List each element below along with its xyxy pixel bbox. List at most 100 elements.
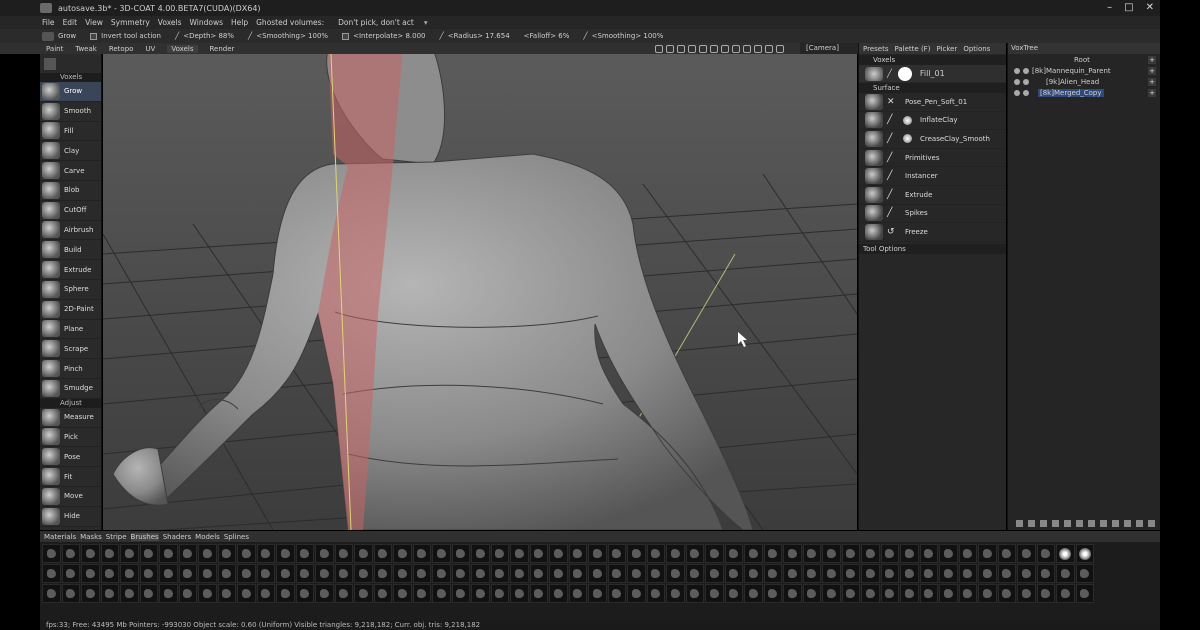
tab-voxels[interactable]: Voxels bbox=[167, 44, 198, 53]
layer-tool-icon[interactable] bbox=[1064, 520, 1071, 527]
brush-alpha-cell[interactable] bbox=[276, 564, 295, 583]
brush-alpha-cell[interactable] bbox=[822, 584, 841, 603]
pan-icon[interactable] bbox=[677, 44, 685, 53]
brush-alpha-cell[interactable] bbox=[861, 564, 880, 583]
brush-alpha-cell[interactable] bbox=[724, 564, 743, 583]
brush-alpha-cell[interactable] bbox=[880, 564, 899, 583]
tool-pick[interactable]: Pick bbox=[40, 428, 101, 448]
tab-palette[interactable]: Palette (F) bbox=[894, 45, 930, 53]
shading-icon[interactable] bbox=[666, 44, 674, 53]
brush-alpha-cell[interactable] bbox=[334, 584, 353, 603]
brush-alpha-cell[interactable] bbox=[900, 544, 919, 563]
brush-alpha-cell[interactable] bbox=[568, 544, 587, 563]
play-icon[interactable] bbox=[721, 44, 729, 53]
brush-alpha-cell[interactable] bbox=[178, 584, 197, 603]
brush-pose-pen-soft[interactable]: ✕ Pose_Pen_Soft_01 bbox=[859, 93, 1006, 112]
brush-alpha-cell[interactable] bbox=[412, 544, 431, 563]
brush-alpha-cell[interactable] bbox=[841, 564, 860, 583]
layer-tool-icon[interactable] bbox=[1088, 520, 1095, 527]
tool-hide[interactable]: Hide bbox=[40, 507, 101, 527]
brush-alpha-cell[interactable] bbox=[295, 584, 314, 603]
brush-alpha-cell[interactable] bbox=[42, 564, 61, 583]
visibility-icon[interactable] bbox=[1014, 67, 1020, 74]
text-tool-icon[interactable] bbox=[44, 57, 56, 70]
brush-alpha-cell[interactable] bbox=[120, 584, 139, 603]
smoothing2-slider[interactable]: ╱ <Smoothing> 100% bbox=[583, 32, 663, 40]
brush-alpha-cell[interactable] bbox=[783, 584, 802, 603]
tab-paint[interactable]: Paint bbox=[46, 45, 63, 53]
brush-alpha-cell[interactable] bbox=[471, 544, 490, 563]
brush-alpha-cell[interactable] bbox=[627, 544, 646, 563]
voxels-brushes-header[interactable]: Voxels bbox=[859, 55, 1006, 65]
brush-alpha-cell[interactable] bbox=[490, 544, 509, 563]
brush-alpha-cell[interactable] bbox=[978, 564, 997, 583]
tab-uv[interactable]: UV bbox=[145, 45, 155, 53]
brush-instancer[interactable]: ╱ Instancer bbox=[859, 167, 1006, 186]
tool-build[interactable]: Build bbox=[40, 240, 101, 261]
menu-edit[interactable]: Edit bbox=[63, 18, 78, 27]
brush-alpha-cell[interactable] bbox=[997, 564, 1016, 583]
voxels-section-header[interactable]: Voxels bbox=[40, 73, 101, 82]
brush-alpha-cell[interactable] bbox=[588, 564, 607, 583]
tool-options-header[interactable]: Tool Options bbox=[859, 243, 1006, 254]
brush-alpha-cell[interactable] bbox=[939, 544, 958, 563]
brush-alpha-cell[interactable] bbox=[61, 544, 80, 563]
chevron-down-icon[interactable]: ▾ bbox=[424, 18, 428, 27]
brush-alpha-cell[interactable] bbox=[412, 584, 431, 603]
brush-alpha-cell[interactable] bbox=[763, 584, 782, 603]
tab-shaders[interactable]: Shaders bbox=[163, 533, 191, 541]
tab-options[interactable]: Options bbox=[963, 45, 990, 53]
brush-alpha-cell[interactable] bbox=[549, 564, 568, 583]
brush-alpha-cell[interactable] bbox=[1075, 544, 1094, 563]
radius-slider[interactable]: ╱ <Radius> 17.654 bbox=[440, 32, 510, 40]
brush-alpha-cell[interactable] bbox=[159, 584, 178, 603]
brush-alpha-cell[interactable] bbox=[666, 584, 685, 603]
brush-alpha-cell[interactable] bbox=[880, 584, 899, 603]
brush-alpha-cell[interactable] bbox=[120, 564, 139, 583]
brush-alpha-cell[interactable] bbox=[568, 584, 587, 603]
tool-pinch[interactable]: Pinch bbox=[40, 359, 101, 379]
grid-icon[interactable] bbox=[743, 44, 751, 53]
brush-alpha-cell[interactable] bbox=[451, 544, 470, 563]
brush-alpha-cell[interactable] bbox=[958, 584, 977, 603]
brush-alpha-cell[interactable] bbox=[607, 544, 626, 563]
maximize-icon[interactable]: □ bbox=[1124, 2, 1133, 13]
brush-alpha-cell[interactable] bbox=[705, 544, 724, 563]
minimize-icon[interactable]: – bbox=[1107, 2, 1112, 13]
brush-alpha-cell[interactable] bbox=[237, 564, 256, 583]
brush-alpha-cell[interactable] bbox=[217, 544, 236, 563]
brush-alpha-cell[interactable] bbox=[1036, 544, 1055, 563]
falloff-slider[interactable]: <Falloff> 6% bbox=[524, 32, 570, 40]
brush-alpha-cell[interactable] bbox=[822, 564, 841, 583]
menu-voxels[interactable]: Voxels bbox=[158, 18, 182, 27]
brush-alpha-cell[interactable] bbox=[685, 584, 704, 603]
brush-alpha-cell[interactable] bbox=[1036, 564, 1055, 583]
invert-checkbox[interactable]: Invert tool action bbox=[90, 32, 161, 40]
tool-sphere[interactable]: Sphere bbox=[40, 280, 101, 300]
brush-alpha-cell[interactable] bbox=[432, 584, 451, 603]
brush-alpha-cell[interactable] bbox=[471, 564, 490, 583]
tab-models[interactable]: Models bbox=[195, 533, 220, 541]
tab-masks[interactable]: Masks bbox=[80, 533, 102, 541]
brush-alpha-cell[interactable] bbox=[334, 564, 353, 583]
layer-tool-icon[interactable] bbox=[1136, 520, 1143, 527]
tool-plane[interactable]: Plane bbox=[40, 320, 101, 340]
layer-tool-icon[interactable] bbox=[1100, 520, 1107, 527]
brush-alpha-cell[interactable] bbox=[763, 544, 782, 563]
tool-move[interactable]: Move bbox=[40, 487, 101, 507]
brush-alpha-cell[interactable] bbox=[256, 564, 275, 583]
move-icon[interactable] bbox=[699, 44, 707, 53]
brush-alpha-cell[interactable] bbox=[217, 564, 236, 583]
brush-alpha-cell[interactable] bbox=[861, 584, 880, 603]
tab-materials[interactable]: Materials bbox=[44, 533, 76, 541]
brush-alpha-cell[interactable] bbox=[256, 584, 275, 603]
brush-alpha-cell[interactable] bbox=[802, 564, 821, 583]
brush-alpha-cell[interactable] bbox=[256, 544, 275, 563]
brush-alpha-cell[interactable] bbox=[139, 564, 158, 583]
brush-alpha-cell[interactable] bbox=[705, 584, 724, 603]
brush-alpha-cell[interactable] bbox=[705, 564, 724, 583]
adjust-section-header[interactable]: Adjust bbox=[40, 398, 101, 408]
brush-primitives[interactable]: ╱ Primitives bbox=[859, 149, 1006, 168]
brush-alpha-cell[interactable] bbox=[607, 564, 626, 583]
brush-alpha-cell[interactable] bbox=[295, 564, 314, 583]
